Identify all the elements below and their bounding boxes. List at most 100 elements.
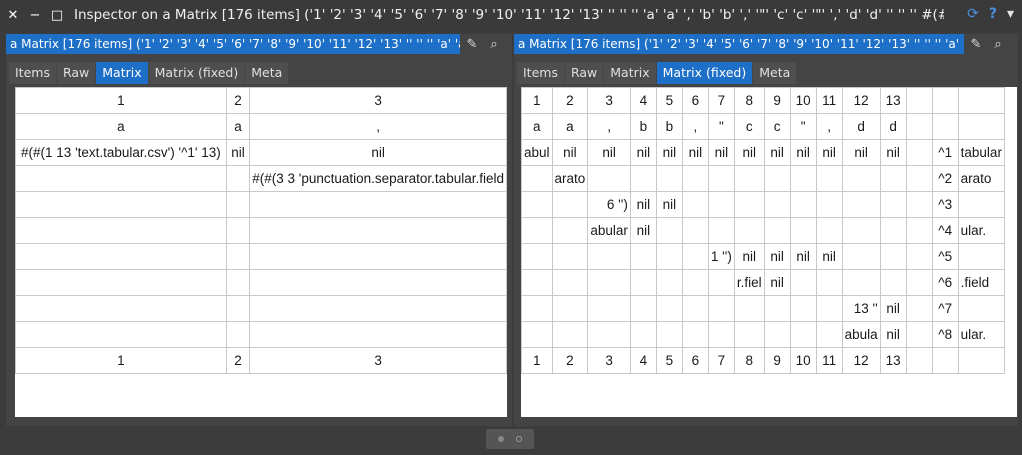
table-cell[interactable] xyxy=(879,191,907,218)
table-cell[interactable] xyxy=(681,269,709,296)
table-cell[interactable]: nil xyxy=(879,321,907,348)
table-cell[interactable]: 1 xyxy=(521,347,553,374)
table-cell[interactable]: " xyxy=(707,113,735,140)
table-cell[interactable] xyxy=(655,243,683,270)
help-icon[interactable]: ? xyxy=(989,6,997,22)
table-cell[interactable]: nil xyxy=(763,269,791,296)
search-icon[interactable]: ⌕ xyxy=(484,34,504,54)
right-tab-meta[interactable]: Meta xyxy=(753,62,797,84)
table-cell[interactable]: 2 xyxy=(225,87,251,114)
table-cell[interactable] xyxy=(629,321,657,348)
table-cell[interactable] xyxy=(841,217,881,244)
table-cell[interactable]: nil xyxy=(879,295,907,322)
table-cell[interactable] xyxy=(879,243,907,270)
table-cell[interactable] xyxy=(905,139,933,166)
table-cell[interactable]: c xyxy=(763,113,791,140)
table-cell[interactable] xyxy=(905,217,933,244)
table-cell[interactable]: nil xyxy=(225,139,251,166)
table-cell[interactable] xyxy=(815,191,843,218)
table-cell[interactable]: nil xyxy=(587,139,631,166)
refresh-icon[interactable]: ⟳ xyxy=(967,6,979,22)
table-cell[interactable]: ular. xyxy=(957,217,1005,244)
table-cell[interactable] xyxy=(733,165,765,192)
table-cell[interactable]: 1 xyxy=(521,87,553,114)
left-tab-meta[interactable]: Meta xyxy=(245,62,289,84)
table-cell[interactable]: 11 xyxy=(815,347,843,374)
table-cell[interactable] xyxy=(225,321,251,348)
table-cell[interactable] xyxy=(733,217,765,244)
edit-icon[interactable]: ✎ xyxy=(462,34,482,54)
left-tab-raw[interactable]: Raw xyxy=(56,62,96,84)
table-cell[interactable]: nil xyxy=(655,139,683,166)
table-cell[interactable]: 2 xyxy=(551,347,589,374)
table-cell[interactable] xyxy=(815,217,843,244)
table-cell[interactable]: a xyxy=(551,113,589,140)
table-cell[interactable] xyxy=(905,191,933,218)
minimize-window-icon[interactable]: − xyxy=(26,6,44,24)
table-cell[interactable] xyxy=(879,165,907,192)
table-cell[interactable]: ular. xyxy=(957,321,1005,348)
table-cell[interactable] xyxy=(629,295,657,322)
table-cell[interactable] xyxy=(551,321,589,348)
table-cell[interactable] xyxy=(225,269,251,296)
table-cell[interactable] xyxy=(15,243,227,270)
table-cell[interactable]: 11 xyxy=(815,87,843,114)
table-cell[interactable]: arato xyxy=(551,165,589,192)
table-cell[interactable] xyxy=(815,165,843,192)
table-cell[interactable] xyxy=(905,347,933,374)
table-cell[interactable]: #(#(3 3 'punctuation.separator.tabular.f… xyxy=(249,165,507,192)
table-cell[interactable] xyxy=(15,217,227,244)
page-dot-2[interactable] xyxy=(516,436,522,442)
table-cell[interactable] xyxy=(957,191,1005,218)
table-cell[interactable] xyxy=(225,191,251,218)
left-tab-matrix-fixed[interactable]: Matrix (fixed) xyxy=(148,62,245,84)
table-cell[interactable] xyxy=(249,243,507,270)
table-cell[interactable] xyxy=(551,191,589,218)
table-cell[interactable] xyxy=(841,269,881,296)
table-cell[interactable]: ^5 xyxy=(931,243,959,270)
right-tab-matrix-fixed[interactable]: Matrix (fixed) xyxy=(656,62,753,84)
table-cell[interactable] xyxy=(789,165,817,192)
table-cell[interactable] xyxy=(655,321,683,348)
left-pane-title[interactable]: a Matrix [176 items] ('1' '2' '3' '4' '5… xyxy=(6,34,460,54)
table-cell[interactable] xyxy=(681,243,709,270)
table-cell[interactable]: nil xyxy=(789,139,817,166)
table-cell[interactable]: nil xyxy=(551,139,589,166)
table-cell[interactable] xyxy=(905,165,933,192)
table-cell[interactable] xyxy=(15,191,227,218)
table-cell[interactable] xyxy=(707,295,735,322)
table-cell[interactable]: b xyxy=(655,113,683,140)
table-cell[interactable] xyxy=(521,217,553,244)
right-tab-items[interactable]: Items xyxy=(517,62,564,84)
table-cell[interactable]: ^1 xyxy=(931,139,959,166)
table-cell[interactable]: 4 xyxy=(629,87,657,114)
table-cell[interactable] xyxy=(707,321,735,348)
table-cell[interactable] xyxy=(655,269,683,296)
table-cell[interactable] xyxy=(707,217,735,244)
close-window-icon[interactable]: ✕ xyxy=(4,6,22,24)
table-cell[interactable]: " xyxy=(789,113,817,140)
table-cell[interactable] xyxy=(763,191,791,218)
table-cell[interactable] xyxy=(763,321,791,348)
table-cell[interactable] xyxy=(733,295,765,322)
page-dot-1[interactable] xyxy=(498,436,504,442)
table-cell[interactable] xyxy=(879,269,907,296)
table-cell[interactable]: ^3 xyxy=(931,191,959,218)
table-cell[interactable]: 2 xyxy=(551,87,589,114)
table-cell[interactable] xyxy=(249,321,507,348)
table-cell[interactable] xyxy=(681,165,709,192)
table-cell[interactable]: tabular xyxy=(957,139,1005,166)
table-cell[interactable]: 3 xyxy=(587,87,631,114)
table-cell[interactable] xyxy=(15,321,227,348)
table-cell[interactable] xyxy=(15,295,227,322)
table-cell[interactable] xyxy=(587,269,631,296)
table-cell[interactable] xyxy=(655,165,683,192)
table-cell[interactable]: nil xyxy=(841,139,881,166)
table-cell[interactable]: ^6 xyxy=(931,269,959,296)
table-cell[interactable] xyxy=(931,347,959,374)
table-cell[interactable] xyxy=(681,191,709,218)
maximize-window-icon[interactable]: □ xyxy=(48,6,66,24)
table-cell[interactable]: abular xyxy=(587,217,631,244)
table-cell[interactable]: , xyxy=(249,113,507,140)
table-cell[interactable]: 12 xyxy=(841,87,881,114)
